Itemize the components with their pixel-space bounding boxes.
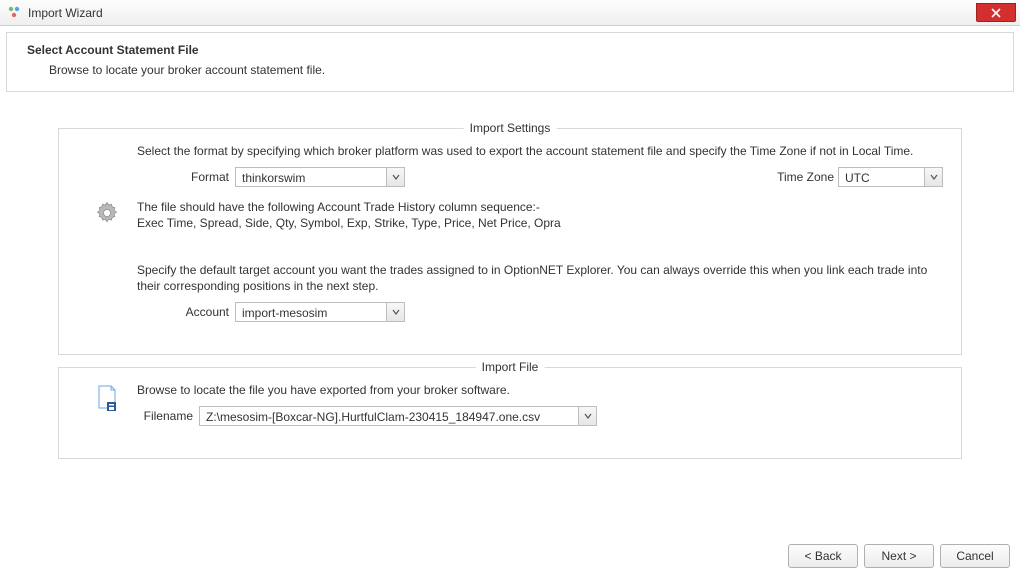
chevron-down-icon[interactable] xyxy=(386,168,404,186)
settings-hint-1: The file should have the following Accou… xyxy=(137,199,943,215)
wizard-footer: < Back Next > Cancel xyxy=(788,544,1010,568)
timezone-combo[interactable]: UTC xyxy=(838,167,943,187)
page-title: Select Account Statement File xyxy=(27,43,993,57)
close-button[interactable] xyxy=(976,3,1016,22)
next-button[interactable]: Next > xyxy=(864,544,934,568)
format-value: thinkorswim xyxy=(236,168,386,186)
format-combo[interactable]: thinkorswim xyxy=(235,167,405,187)
account-row: Account import-mesosim xyxy=(137,302,943,322)
filename-row: Filename Z:\mesosim-[Boxcar-NG].HurtfulC… xyxy=(137,406,943,426)
import-settings-group: Import Settings Select the format by spe… xyxy=(58,128,962,355)
wizard-header: Select Account Statement File Browse to … xyxy=(6,32,1014,92)
file-icon xyxy=(95,384,119,415)
import-file-group: Import File Browse to locate the file yo… xyxy=(58,367,962,459)
settings-para-2: Specify the default target account you w… xyxy=(137,262,943,294)
gear-icon xyxy=(93,199,121,230)
account-combo[interactable]: import-mesosim xyxy=(235,302,405,322)
settings-hint-2: Exec Time, Spread, Side, Qty, Symbol, Ex… xyxy=(137,215,943,231)
cancel-button[interactable]: Cancel xyxy=(940,544,1010,568)
file-icon-col xyxy=(77,382,137,438)
chevron-down-icon[interactable] xyxy=(924,168,942,186)
page-subtitle: Browse to locate your broker account sta… xyxy=(49,63,993,77)
format-label: Format xyxy=(137,169,229,185)
filename-combo[interactable]: Z:\mesosim-[Boxcar-NG].HurtfulClam-23041… xyxy=(199,406,597,426)
filename-label: Filename xyxy=(137,408,193,424)
window-title: Import Wizard xyxy=(28,6,103,20)
settings-icon-col xyxy=(77,143,137,334)
app-icon xyxy=(6,5,22,21)
chevron-down-icon[interactable] xyxy=(386,303,404,321)
wizard-content: Import Settings Select the format by spe… xyxy=(0,92,1020,475)
format-row: Format thinkorswim Time Zone UTC xyxy=(137,167,943,187)
account-label: Account xyxy=(137,304,229,320)
timezone-value: UTC xyxy=(839,168,924,186)
timezone-label: Time Zone xyxy=(777,169,834,185)
settings-para-1: Select the format by specifying which br… xyxy=(137,143,943,159)
back-button[interactable]: < Back xyxy=(788,544,858,568)
import-settings-legend: Import Settings xyxy=(464,121,557,135)
import-file-legend: Import File xyxy=(476,360,545,374)
file-para: Browse to locate the file you have expor… xyxy=(137,382,943,398)
account-value: import-mesosim xyxy=(236,303,386,321)
filename-value: Z:\mesosim-[Boxcar-NG].HurtfulClam-23041… xyxy=(200,407,578,425)
title-bar: Import Wizard xyxy=(0,0,1020,26)
chevron-down-icon[interactable] xyxy=(578,407,596,425)
